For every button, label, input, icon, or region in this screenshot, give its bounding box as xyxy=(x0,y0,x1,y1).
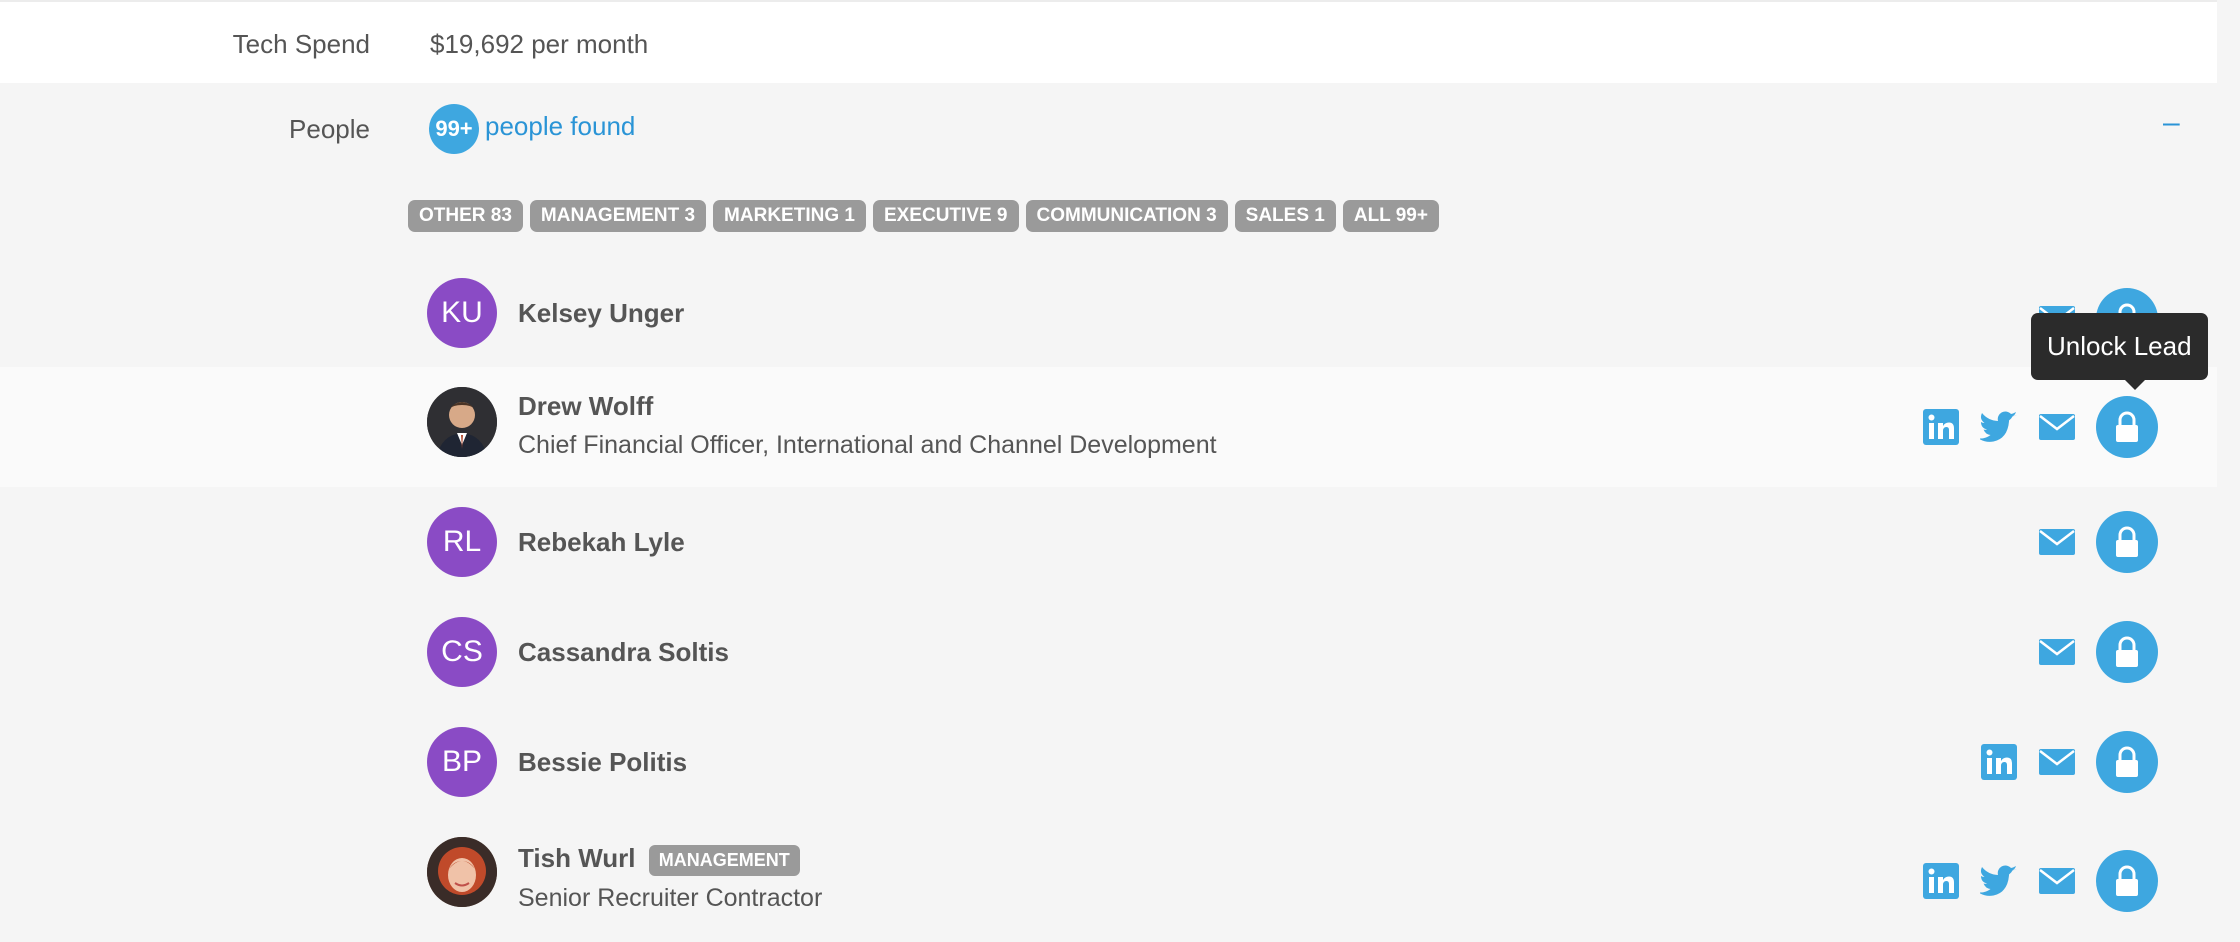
person-actions xyxy=(2038,621,2158,683)
unlock-lead-tooltip: Unlock Lead xyxy=(2031,313,2208,390)
person-actions xyxy=(1922,850,2158,912)
person-actions xyxy=(1980,731,2158,793)
person-row[interactable]: Drew Wolff Chief Financial Officer, Inte… xyxy=(0,367,2217,487)
person-row[interactable]: BP Bessie Politis xyxy=(0,717,2217,817)
unlock-lead-button[interactable] xyxy=(2096,511,2158,573)
filter-chip-management[interactable]: MANAGEMENT 3 xyxy=(529,200,707,232)
filter-chip-other[interactable]: OTHER 83 xyxy=(408,200,523,232)
department-filters: OTHER 83 MANAGEMENT 3 MARKETING 1 EXECUT… xyxy=(408,200,1439,232)
person-row[interactable]: Tish Wurl MANAGEMENT Senior Recruiter Co… xyxy=(0,827,2217,942)
person-actions xyxy=(1922,396,2158,458)
lock-icon xyxy=(2116,526,2138,557)
filter-chip-marketing[interactable]: MARKETING 1 xyxy=(713,200,866,232)
person-row[interactable]: KU Kelsey Unger xyxy=(0,268,2217,366)
lock-icon xyxy=(2116,636,2138,667)
person-name[interactable]: Bessie Politis xyxy=(518,747,687,778)
twitter-icon[interactable] xyxy=(1980,862,2018,900)
people-count-badge: 99+ xyxy=(429,104,479,154)
avatar-photo xyxy=(427,837,497,907)
unlock-lead-button[interactable] xyxy=(2096,731,2158,793)
person-actions xyxy=(2038,511,2158,573)
lock-icon xyxy=(2116,411,2138,442)
person-name[interactable]: Drew Wolff xyxy=(518,391,653,422)
unlock-lead-button[interactable] xyxy=(2096,396,2158,458)
avatar: CS xyxy=(427,617,497,687)
tech-spend-value: $19,692 per month xyxy=(430,29,649,59)
person-name[interactable]: Kelsey Unger xyxy=(518,298,684,329)
unlock-lead-button[interactable] xyxy=(2096,850,2158,912)
person-title: Senior Recruiter Contractor xyxy=(518,884,823,912)
person-name[interactable]: Tish Wurl xyxy=(518,843,636,873)
email-icon[interactable] xyxy=(2038,523,2076,561)
linkedin-icon[interactable] xyxy=(1922,862,1960,900)
twitter-icon[interactable] xyxy=(1980,408,2018,446)
filter-chip-all[interactable]: ALL 99+ xyxy=(1342,200,1439,232)
person-name[interactable]: Cassandra Soltis xyxy=(518,637,729,668)
avatar: BP xyxy=(427,727,497,797)
person-name-line: Tish Wurl MANAGEMENT xyxy=(518,843,800,876)
email-icon[interactable] xyxy=(2038,633,2076,671)
collapse-toggle-button[interactable]: – xyxy=(2163,106,2180,140)
avatar-photo xyxy=(427,387,497,457)
person-row[interactable]: RL Rebekah Lyle xyxy=(0,497,2217,597)
lock-icon xyxy=(2116,865,2138,896)
lock-icon xyxy=(2116,746,2138,777)
person-title: Chief Financial Officer, International a… xyxy=(518,431,1217,459)
linkedin-icon[interactable] xyxy=(1980,743,2018,781)
filter-chip-communication[interactable]: COMMUNICATION 3 xyxy=(1025,200,1228,232)
tech-spend-label: Tech Spend xyxy=(232,29,370,59)
person-name[interactable]: Rebekah Lyle xyxy=(518,527,685,558)
linkedin-icon[interactable] xyxy=(1922,408,1960,446)
filter-chip-executive[interactable]: EXECUTIVE 9 xyxy=(872,200,1019,232)
tech-spend-row: Tech Spend $19,692 per month xyxy=(0,0,2217,85)
email-icon[interactable] xyxy=(2038,862,2076,900)
filter-chip-sales[interactable]: SALES 1 xyxy=(1234,200,1336,232)
people-label: People xyxy=(289,114,370,144)
email-icon[interactable] xyxy=(2038,743,2076,781)
email-icon[interactable] xyxy=(2038,408,2076,446)
avatar: KU xyxy=(427,278,497,348)
avatar: RL xyxy=(427,507,497,577)
person-row[interactable]: CS Cassandra Soltis xyxy=(0,607,2217,707)
people-found-link[interactable]: people found xyxy=(485,111,635,142)
unlock-lead-button[interactable] xyxy=(2096,621,2158,683)
department-badge: MANAGEMENT xyxy=(648,844,800,876)
